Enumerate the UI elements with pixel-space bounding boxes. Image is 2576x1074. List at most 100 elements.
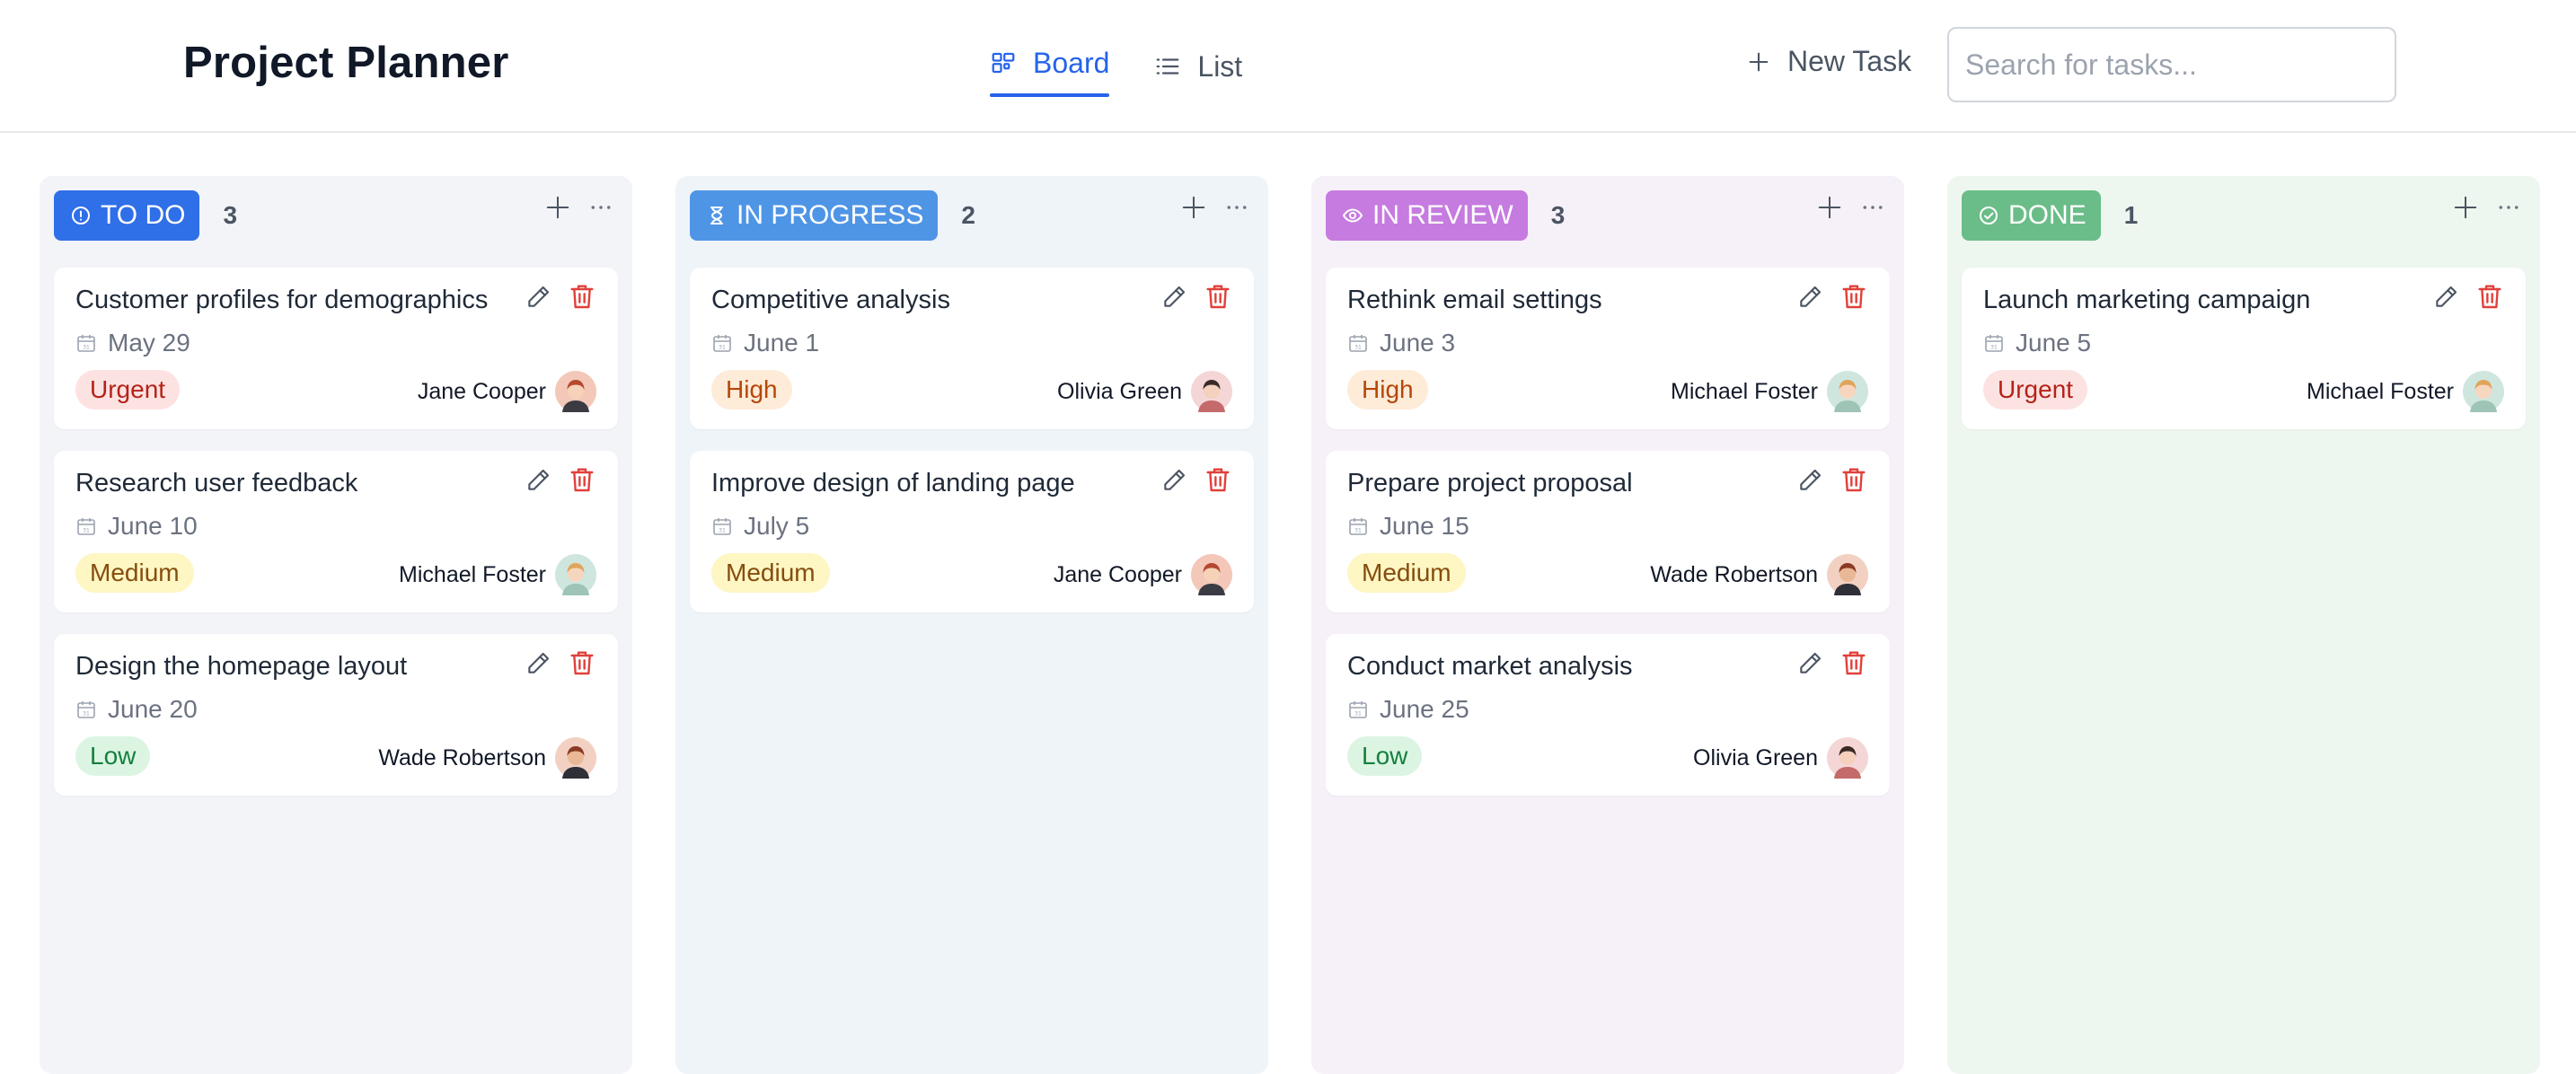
- column-actions: [1180, 194, 1250, 221]
- due-date-text: June 1: [744, 329, 820, 357]
- due-date: 31 July 5: [711, 512, 809, 541]
- add-task-icon[interactable]: [1180, 194, 1207, 221]
- task-card[interactable]: Research user feedback 31 June 10 Medium Mic…: [54, 451, 618, 612]
- card-actions: [1796, 648, 1868, 677]
- card-actions: [525, 648, 596, 677]
- calendar-icon: 31: [1349, 701, 1367, 718]
- assignee-name: Olivia Green: [1693, 744, 1818, 770]
- search-input[interactable]: [1947, 27, 2396, 102]
- due-date: 31 June 20: [75, 695, 198, 724]
- avatar: [555, 554, 596, 595]
- column-header: DONE 1: [1962, 190, 2526, 241]
- due-date-text: June 20: [108, 695, 198, 723]
- tab-board[interactable]: Board: [990, 0, 1110, 126]
- task-card[interactable]: Conduct market analysis 31 June 25 Low Olivi…: [1326, 634, 1890, 796]
- svg-text:31: 31: [719, 345, 726, 351]
- task-card[interactable]: Launch marketing campaign 31 June 5 Urgent M…: [1962, 268, 2526, 429]
- task-title: Prepare project proposal: [1347, 469, 1633, 497]
- column-done: DONE 1 Launch marketing campaign 31 June 5 Ur…: [1947, 176, 2540, 1074]
- task-title: Research user feedback: [75, 469, 358, 497]
- calendar-icon: 31: [77, 335, 95, 352]
- avatar: [1827, 554, 1868, 595]
- task-title: Design the homepage layout: [75, 652, 408, 681]
- priority-badge: Medium: [1347, 553, 1466, 593]
- status-label: IN REVIEW: [1372, 200, 1513, 230]
- edit-icon[interactable]: [1796, 282, 1825, 311]
- card-actions: [1796, 282, 1868, 311]
- card-actions: [1796, 465, 1868, 494]
- due-date: 31 June 1: [711, 329, 819, 357]
- due-date: 31 June 25: [1347, 695, 1469, 724]
- card-list: Rethink email settings 31 June 3 High Michae…: [1326, 268, 1890, 796]
- trash-icon[interactable]: [1839, 648, 1868, 677]
- avatar: [1191, 554, 1232, 595]
- plus-icon: [1749, 52, 1769, 71]
- trash-icon[interactable]: [568, 282, 596, 311]
- priority-badge: Urgent: [75, 370, 181, 409]
- edit-icon[interactable]: [1160, 465, 1189, 494]
- task-card[interactable]: Prepare project proposal 31 June 15 Medium W…: [1326, 451, 1890, 612]
- edit-icon[interactable]: [525, 648, 553, 677]
- task-card[interactable]: Competitive analysis 31 June 1 High Olivia G…: [690, 268, 1254, 429]
- task-card[interactable]: Customer profiles for demographics 31 May …: [54, 268, 618, 429]
- more-options-icon[interactable]: [587, 194, 614, 221]
- assignee: Jane Cooper: [1054, 553, 1232, 596]
- more-options-icon[interactable]: [1223, 194, 1250, 221]
- edit-icon[interactable]: [2432, 282, 2461, 311]
- column-in-progress: IN PROGRESS 2 Competitive analysis 31 June 1…: [675, 176, 1268, 1074]
- list-icon: [1157, 58, 1179, 75]
- avatar: [2463, 371, 2504, 412]
- card-actions: [525, 465, 596, 494]
- edit-icon[interactable]: [525, 465, 553, 494]
- assignee-name: Jane Cooper: [1053, 561, 1182, 587]
- due-date: 31 June 3: [1347, 329, 1455, 357]
- priority-badge: Urgent: [1983, 370, 2088, 409]
- edit-icon[interactable]: [1160, 282, 1189, 311]
- trash-icon[interactable]: [568, 648, 596, 677]
- trash-icon[interactable]: [1839, 282, 1868, 311]
- task-card[interactable]: Rethink email settings 31 June 3 High Michae…: [1326, 268, 1890, 429]
- trash-icon[interactable]: [1204, 465, 1232, 494]
- status-pill: DONE: [1962, 190, 2101, 241]
- more-options-icon[interactable]: [1859, 194, 1886, 221]
- avatar: [1827, 371, 1868, 412]
- avatar: [1827, 737, 1868, 779]
- edit-icon[interactable]: [1796, 648, 1825, 677]
- trash-icon[interactable]: [1839, 465, 1868, 494]
- status-label: DONE: [2008, 200, 2086, 230]
- assignee: Jane Cooper: [418, 370, 596, 413]
- due-date-text: May 29: [108, 329, 190, 357]
- trash-icon[interactable]: [568, 465, 596, 494]
- task-title: Rethink email settings: [1347, 286, 1602, 314]
- add-task-icon[interactable]: [544, 194, 571, 221]
- check-circle-icon: [1980, 207, 1998, 224]
- priority-badge: Medium: [711, 553, 830, 593]
- task-card[interactable]: Improve design of landing page 31 July 5 Me…: [690, 451, 1254, 612]
- svg-text:31: 31: [719, 528, 726, 534]
- edit-icon[interactable]: [1796, 465, 1825, 494]
- assignee-name: Michael Foster: [2307, 378, 2454, 404]
- trash-icon[interactable]: [2475, 282, 2504, 311]
- edit-icon[interactable]: [525, 282, 553, 311]
- more-options-icon[interactable]: [2495, 194, 2522, 221]
- task-card[interactable]: Design the homepage layout 31 June 20 Low Wa…: [54, 634, 618, 796]
- svg-text:31: 31: [83, 528, 90, 534]
- assignee: Michael Foster: [1671, 370, 1868, 413]
- add-task-icon[interactable]: [2452, 194, 2479, 221]
- card-actions: [2432, 282, 2504, 311]
- column-header: IN PROGRESS 2: [690, 190, 1254, 241]
- due-date-text: June 25: [1380, 695, 1469, 723]
- trash-icon[interactable]: [1204, 282, 1232, 311]
- calendar-icon: 31: [1349, 518, 1367, 535]
- calendar-icon: 31: [713, 335, 731, 352]
- add-task-icon[interactable]: [1816, 194, 1843, 221]
- avatar: [1191, 371, 1232, 412]
- view-tabs: Board List: [990, 0, 1242, 133]
- due-date: 31 June 10: [75, 512, 198, 541]
- status-pill: IN REVIEW: [1326, 190, 1528, 241]
- new-task-button[interactable]: New Task: [1746, 45, 1911, 78]
- tab-list[interactable]: List: [1154, 0, 1242, 133]
- priority-badge: High: [1347, 370, 1428, 409]
- priority-badge: High: [711, 370, 792, 409]
- new-task-label: New Task: [1787, 45, 1912, 77]
